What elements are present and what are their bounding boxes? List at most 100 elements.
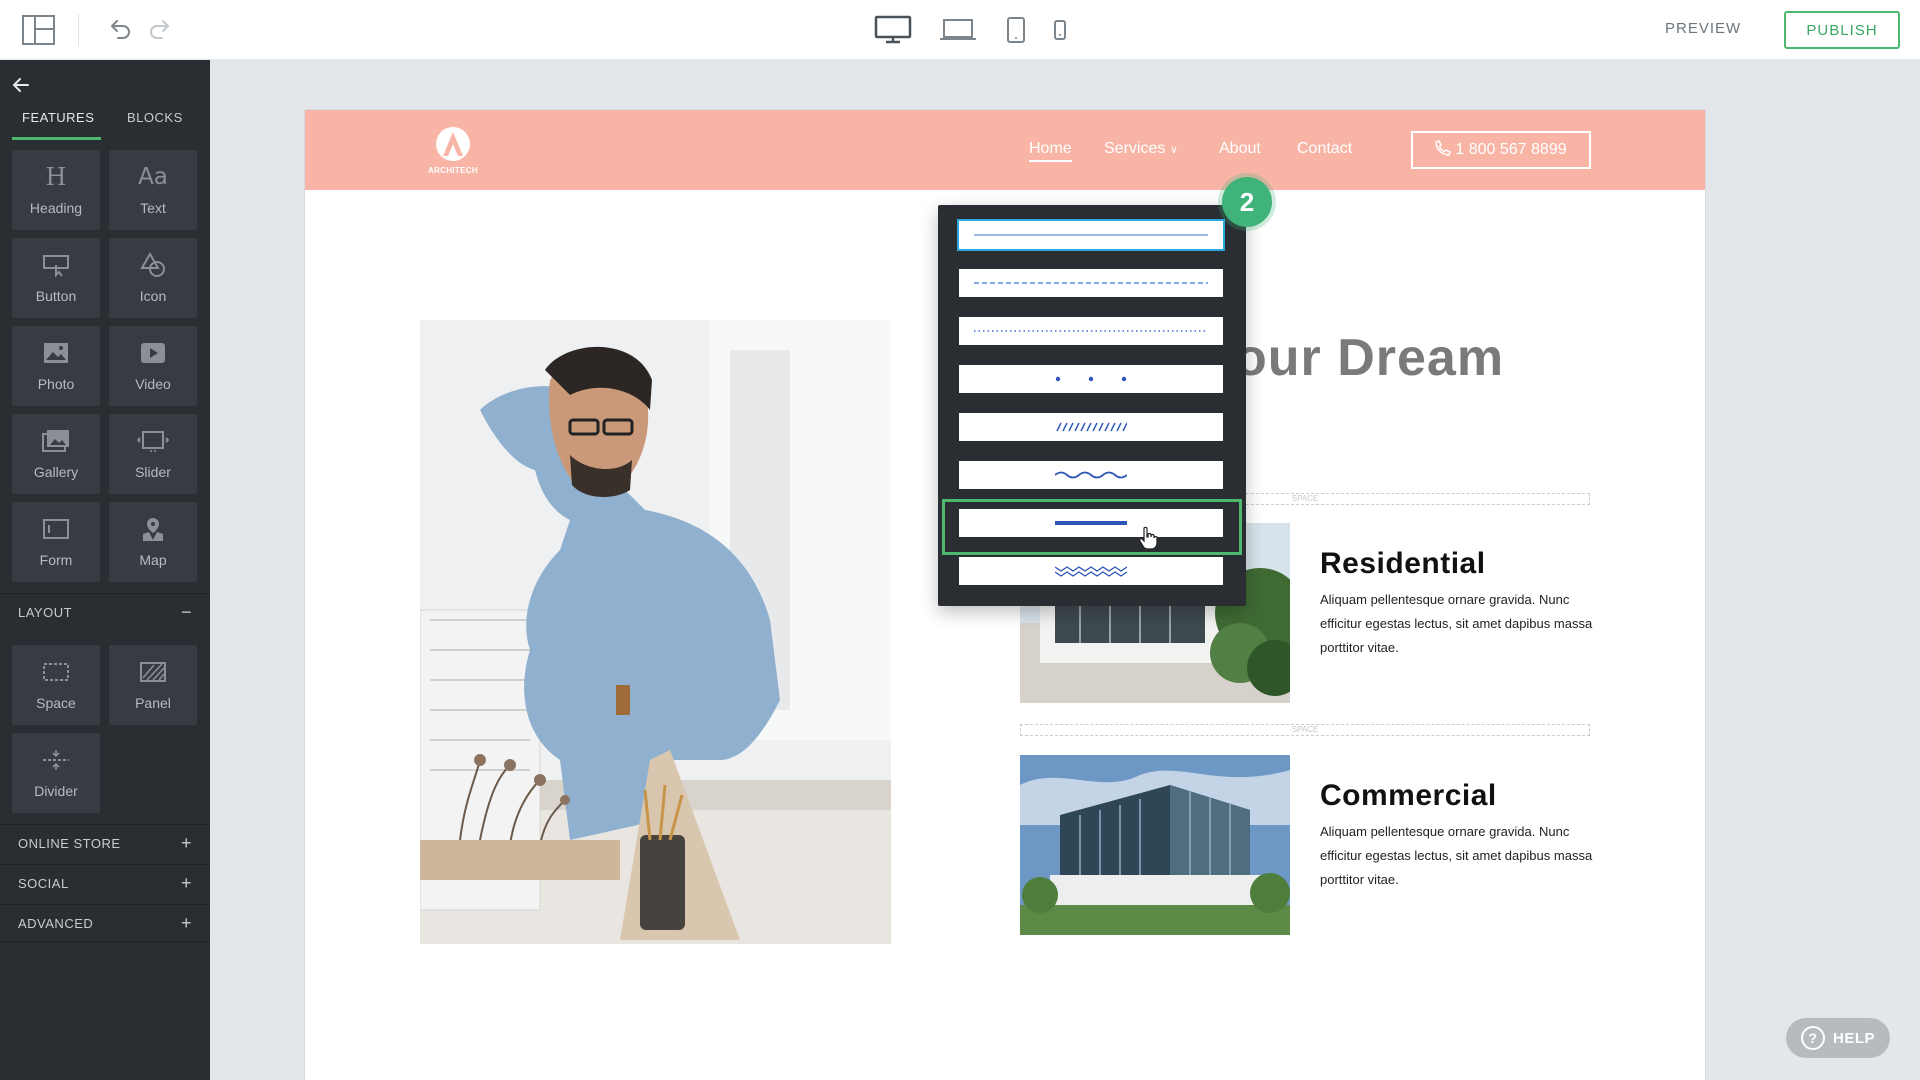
help-label: HELP <box>1832 1029 1875 1047</box>
thin-line-icon <box>974 234 1208 236</box>
divider-option-dotted[interactable] <box>959 317 1223 345</box>
tab-blocks[interactable]: BLOCKS <box>127 110 183 125</box>
logo-mark-icon <box>436 127 470 161</box>
tile-label: Button <box>35 288 77 304</box>
divider-option-slashes[interactable] <box>959 413 1223 441</box>
video-icon <box>137 338 169 368</box>
button-icon <box>40 250 72 280</box>
gallery-icon <box>40 426 72 456</box>
tile-map[interactable]: Map <box>109 502 197 582</box>
tile-label: Text <box>140 200 166 216</box>
tile-label: Slider <box>135 464 171 480</box>
tile-form[interactable]: Form <box>12 502 100 582</box>
tile-label: Icon <box>139 288 167 304</box>
tablet-icon[interactable] <box>1004 12 1028 48</box>
toolbar-separator <box>78 14 79 46</box>
divider-option-thin-solid[interactable] <box>957 219 1225 251</box>
divider-option-wave[interactable] <box>959 461 1223 489</box>
tile-space[interactable]: Space <box>12 645 100 725</box>
section-layout[interactable]: LAYOUT − <box>0 593 210 631</box>
logo-text: ARCHITECH <box>428 166 478 175</box>
section-online-store[interactable]: ONLINE STORE + <box>0 824 210 862</box>
panel-icon <box>137 657 169 687</box>
site-header[interactable]: ARCHITECH Home Services ∨ About Contact … <box>305 110 1705 190</box>
hand-pointer-icon <box>1138 526 1158 550</box>
zigzag-icon <box>1055 566 1127 577</box>
hero-title[interactable]: our Dream <box>1235 328 1504 388</box>
spaced-dots-icon <box>1055 376 1127 382</box>
expand-icon[interactable]: + <box>181 913 192 934</box>
divider-option-zigzag[interactable] <box>959 557 1223 585</box>
expand-icon[interactable]: + <box>181 873 192 894</box>
tile-divider[interactable]: Divider <box>12 733 100 813</box>
publish-button[interactable]: PUBLISH <box>1784 11 1900 49</box>
tile-text[interactable]: Aa Text <box>109 150 197 230</box>
active-tab-indicator <box>12 137 101 140</box>
phone-icon <box>1435 139 1452 161</box>
chevron-down-icon: ∨ <box>1169 144 1178 156</box>
card-title[interactable]: Commercial <box>1320 779 1497 813</box>
desktop-icon[interactable] <box>872 12 914 48</box>
tile-label: Video <box>135 376 171 392</box>
map-icon <box>137 514 169 544</box>
nav-label: Services <box>1104 140 1166 157</box>
tile-photo[interactable]: Photo <box>12 326 100 406</box>
photo-icon <box>40 338 72 368</box>
card-text[interactable]: Aliquam pellentesque ornare gravida. Nun… <box>1320 820 1595 892</box>
tile-button[interactable]: Button <box>12 238 100 318</box>
divider-option-spaced-dots[interactable] <box>959 365 1223 393</box>
tile-label: Divider <box>34 783 78 799</box>
undo-icon[interactable] <box>106 16 134 44</box>
nav-about[interactable]: About <box>1219 140 1261 158</box>
tab-features[interactable]: FEATURES <box>22 110 94 125</box>
divider-style-picker <box>938 205 1246 606</box>
nav-contact[interactable]: Contact <box>1297 140 1352 158</box>
collapse-icon[interactable]: − <box>181 602 192 623</box>
features-sidebar: FEATURES BLOCKS H Heading Aa Text Button… <box>0 60 210 1080</box>
tile-slider[interactable]: Slider <box>109 414 197 494</box>
mobile-icon[interactable] <box>1050 12 1070 48</box>
commercial-photo[interactable] <box>1020 755 1290 935</box>
tile-heading[interactable]: H Heading <box>12 150 100 230</box>
text-icon: Aa <box>138 164 168 190</box>
shapes-icon <box>137 250 169 280</box>
phone-number: 1 800 567 8899 <box>1455 141 1567 158</box>
dashed-line-icon <box>974 282 1208 284</box>
tile-panel[interactable]: Panel <box>109 645 197 725</box>
hover-highlight <box>942 499 1242 555</box>
section-advanced[interactable]: ADVANCED + <box>0 904 210 942</box>
tile-label: Form <box>39 552 73 568</box>
tile-icon[interactable]: Icon <box>109 238 197 318</box>
hero-architect-photo[interactable] <box>420 320 891 944</box>
layout-toggle-icon[interactable] <box>22 15 55 45</box>
help-button[interactable]: ? HELP <box>1786 1018 1890 1058</box>
space-placeholder[interactable]: SPACE <box>1020 724 1590 736</box>
dotted-line-icon <box>974 330 1208 332</box>
nav-services[interactable]: Services ∨ <box>1104 140 1178 158</box>
slashes-icon <box>1056 422 1127 432</box>
redo-icon[interactable] <box>146 16 174 44</box>
nav-home[interactable]: Home <box>1029 140 1072 162</box>
section-label: SOCIAL <box>18 876 69 891</box>
form-icon <box>40 514 72 544</box>
site-logo[interactable]: ARCHITECH <box>421 126 485 176</box>
section-label: LAYOUT <box>18 605 73 620</box>
section-label: ONLINE STORE <box>18 836 121 851</box>
phone-button[interactable]: 1 800 567 8899 <box>1411 131 1591 169</box>
tile-label: Map <box>139 552 167 568</box>
expand-icon[interactable]: + <box>181 833 192 854</box>
laptop-icon[interactable] <box>938 12 978 48</box>
tile-label: Gallery <box>33 464 79 480</box>
tile-label: Panel <box>135 695 171 711</box>
divider-option-dashed[interactable] <box>959 269 1223 297</box>
space-icon <box>40 657 72 687</box>
back-arrow-icon[interactable] <box>12 78 30 92</box>
preview-button[interactable]: PREVIEW <box>1665 20 1741 37</box>
wave-icon <box>1055 471 1127 479</box>
tile-video[interactable]: Video <box>109 326 197 406</box>
card-title[interactable]: Residential <box>1320 547 1486 581</box>
section-label: ADVANCED <box>18 915 94 931</box>
section-social[interactable]: SOCIAL + <box>0 864 210 902</box>
card-text[interactable]: Aliquam pellentesque ornare gravida. Nun… <box>1320 588 1595 660</box>
tile-gallery[interactable]: Gallery <box>12 414 100 494</box>
